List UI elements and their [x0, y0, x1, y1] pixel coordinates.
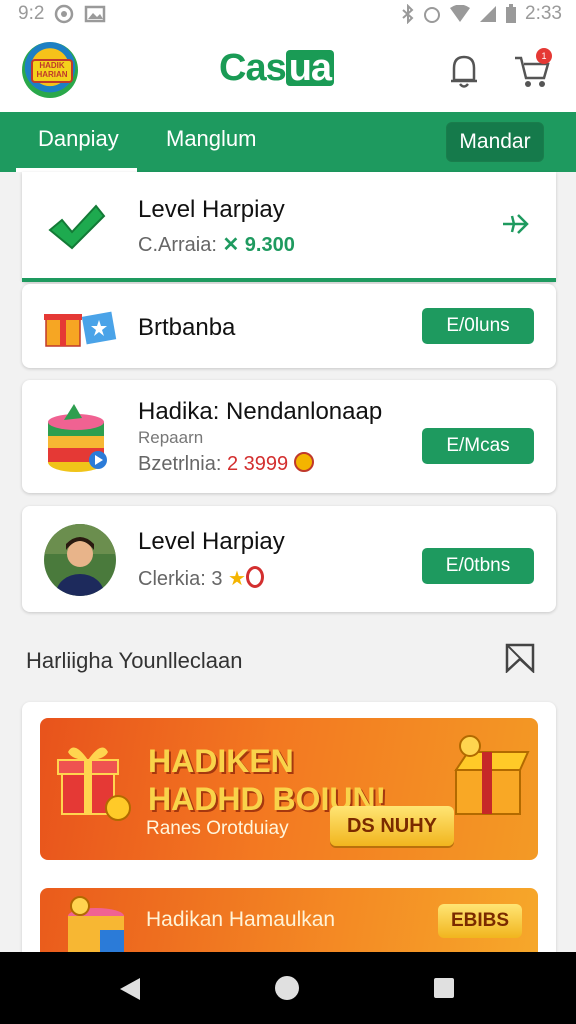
bookmark-icon[interactable]	[505, 643, 535, 673]
tab-danpiay[interactable]: Danpiay	[38, 126, 119, 152]
card-subtitle: Clerkia: 3 ★	[138, 566, 264, 591]
card-sub-label: C.Arraia:	[138, 234, 217, 256]
promo-banner[interactable]: HADIKEN HADHD BOIUN! Ranes Orotduiay DS …	[40, 718, 538, 860]
card-subtitle: C.Arraia: ✕ 9.300	[138, 232, 295, 257]
status-bar: 9:2 2:33	[0, 0, 576, 28]
app-logo[interactable]: HADIK HARIAN	[22, 42, 78, 98]
checkmark-icon	[48, 204, 106, 250]
coin-icon	[293, 452, 314, 472]
treasure-chest-icon	[454, 735, 530, 815]
status-time-left: 9:2	[18, 3, 45, 24]
tab-manglum[interactable]: Manglum	[166, 126, 256, 152]
brand-prefix: Cas	[219, 47, 287, 89]
coin-icon	[245, 566, 264, 588]
level-card[interactable]: Level Harpiay C.Arraia: ✕ 9.300	[22, 172, 556, 282]
star-icon: ★	[228, 568, 246, 590]
card-sub-value: 9.300	[244, 234, 295, 256]
app-header: HADIK HARIAN Casua 1	[0, 28, 576, 112]
card-sub-value: 2 3999	[226, 453, 289, 475]
brand-boxed: ua	[285, 49, 335, 87]
card-title: Level Harpiay	[138, 528, 285, 555]
battery-icon	[506, 4, 517, 23]
x-icon: ✕	[222, 234, 240, 256]
recents-icon[interactable]	[434, 978, 454, 998]
claim-button[interactable]: E/Mcas	[422, 428, 534, 464]
card-title: Brtbanba	[138, 314, 236, 341]
promo-banner-2[interactable]: Hadikan Hamaulkan EBIBS	[40, 888, 538, 954]
reward-card[interactable]: Brtbanba E/0luns	[22, 284, 556, 368]
claim-button[interactable]: E/0luns	[422, 308, 534, 344]
alarm-icon	[424, 7, 441, 23]
wifi-icon	[450, 5, 471, 22]
gift-box-icon	[57, 747, 131, 821]
status-time: 2:33	[525, 3, 562, 24]
cart-badge: 1	[536, 48, 552, 64]
back-icon[interactable]	[118, 976, 142, 1002]
card-subtitle: Repaarn	[138, 428, 204, 447]
sync-icon	[55, 4, 74, 24]
promo-button-2[interactable]: EBIBS	[438, 904, 522, 938]
card-title: Hadika: Nendanlonaap	[138, 398, 383, 425]
card-sub-label: Clerkia:	[138, 568, 206, 590]
signal-icon	[480, 6, 497, 22]
card-detail: Bzetrlnia: 2 3999	[138, 452, 314, 476]
card-title: Level Harpiay	[138, 196, 285, 223]
claim-button[interactable]: E/0tbns	[422, 548, 534, 584]
section-title: Harliigha Younlleclaan	[26, 648, 243, 673]
logo-text: HADIK HARIAN	[31, 59, 73, 83]
promo-section: HADIKEN HADHD BOIUN! Ranes Orotduiay DS …	[22, 702, 556, 954]
cart-button[interactable]: 1	[512, 48, 552, 90]
bell-icon[interactable]	[446, 50, 482, 90]
promo-text: Hadikan Hamaulkan	[146, 908, 336, 931]
gift-pot-icon	[68, 896, 124, 954]
card-divider	[22, 278, 556, 282]
tab-bar: Danpiay Manglum Mandar	[0, 112, 576, 172]
plane-icon[interactable]	[500, 210, 530, 238]
cake-icon	[48, 404, 107, 472]
gift-icon	[44, 311, 117, 347]
mandar-button[interactable]: Mandar	[446, 122, 544, 162]
task-card[interactable]: Hadika: Nendanlonaap Repaarn Bzetrlnia: …	[22, 380, 556, 493]
card-sub-label: Bzetrlnia:	[138, 453, 222, 475]
promo-button[interactable]: DS NUHY	[330, 806, 454, 846]
card-sub-value: 3	[211, 568, 223, 590]
promo-line-1: HADIKEN	[148, 743, 294, 779]
profile-card[interactable]: Level Harpiay Clerkia: 3 ★ E/0tbns	[22, 506, 556, 612]
promo-tagline: Ranes Orotduiay	[146, 818, 289, 839]
brand-title: Casua	[219, 48, 355, 88]
avatar	[44, 524, 116, 596]
home-icon[interactable]	[275, 976, 299, 1000]
image-icon	[85, 5, 106, 23]
bluetooth-icon	[402, 4, 414, 24]
